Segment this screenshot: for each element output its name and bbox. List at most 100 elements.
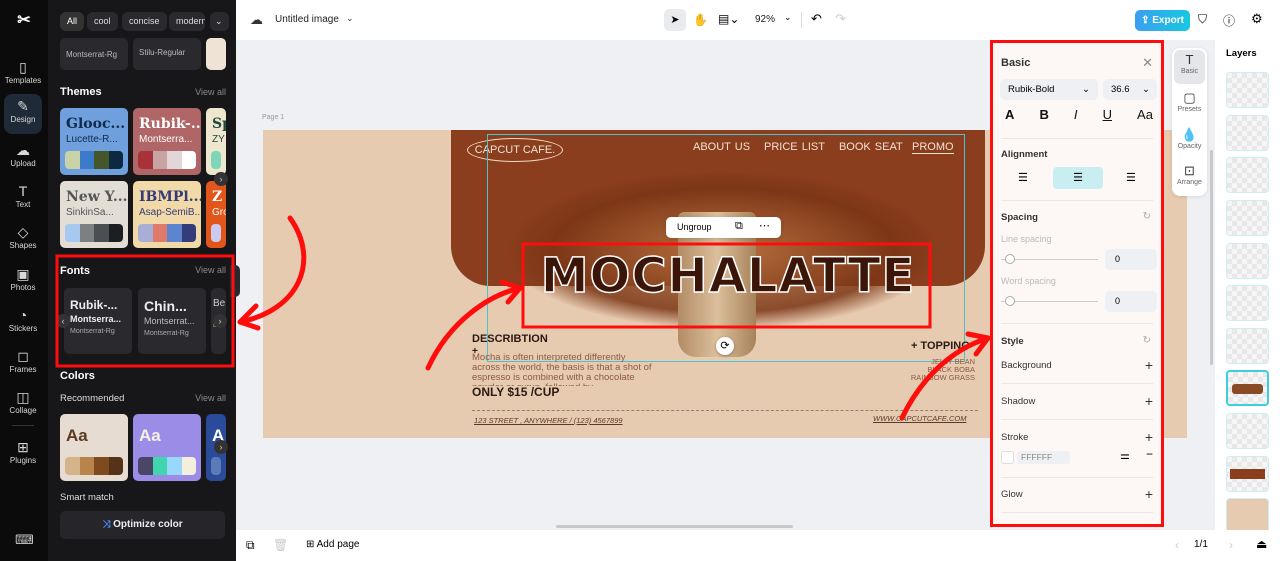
top-font-card[interactable]: Montserrat-Rg [60, 38, 128, 70]
shadow-row[interactable]: Shadow + [1001, 393, 1153, 409]
fonts-next-button[interactable]: › [213, 314, 227, 328]
fonts-view-all[interactable]: View all [195, 265, 226, 275]
chip-concise[interactable]: concise [122, 12, 167, 31]
rail-plugins[interactable]: ⊞ Plugins [4, 435, 42, 475]
hand-tool-icon[interactable]: ✋ [693, 13, 708, 27]
line-spacing-slider-handle[interactable] [1005, 254, 1015, 264]
chip-modern[interactable]: modern [169, 12, 205, 31]
layer-thumbnail[interactable] [1226, 456, 1269, 492]
color-palette-card[interactable]: Aa [133, 414, 201, 481]
website-text[interactable]: WWW.CAPCUTCAFE.COM [873, 414, 966, 423]
glow-row[interactable]: Glow + [1001, 486, 1153, 502]
price-text[interactable]: ONLY $15 /CUP [472, 385, 559, 399]
address-text[interactable]: 123 STREET , ANYWHERE / (123) 4567899 [474, 416, 623, 425]
help-icon[interactable]: ⓘ [1223, 12, 1235, 29]
add-background-icon[interactable]: + [1145, 357, 1153, 373]
shield-icon[interactable]: ⛉ [1198, 12, 1207, 27]
case-icon[interactable]: Aa [1137, 107, 1153, 122]
font-card[interactable]: Rubik-... Montserra... Montserrat-Rg [64, 288, 132, 354]
rail-upload[interactable]: ☁ Upload [4, 138, 42, 178]
add-stroke-icon[interactable]: + [1145, 429, 1153, 445]
stroke-color-swatch[interactable] [1001, 451, 1014, 464]
rail-collage[interactable]: ◫ Collage [4, 385, 42, 425]
theme-card[interactable]: IBMPl... Asap-SemiB... [133, 181, 201, 248]
top-font-card[interactable]: Stilu-Regular [133, 38, 201, 70]
description-title[interactable]: DESCRIBTION [472, 333, 548, 345]
word-spacing-slider[interactable] [1001, 301, 1098, 302]
layer-thumbnail[interactable] [1226, 285, 1269, 321]
stroke-color-input[interactable]: FFFFFF [1017, 451, 1070, 464]
fonts-prev-button[interactable]: ‹ [56, 314, 70, 328]
text-color-icon[interactable]: A [1005, 107, 1014, 122]
export-button[interactable]: ⇪ Export [1135, 10, 1190, 31]
word-spacing-slider-handle[interactable] [1005, 296, 1015, 306]
zoom-level[interactable]: 92% [755, 14, 775, 25]
collapse-panel-handle[interactable] [230, 265, 240, 297]
top-font-card[interactable] [206, 38, 226, 70]
chip-cool[interactable]: cool [87, 12, 118, 31]
remove-stroke-icon[interactable]: − [1146, 447, 1153, 461]
delete-page-icon[interactable]: 🗑 [273, 538, 288, 552]
color-palette-card[interactable]: Aa [60, 414, 128, 481]
align-left-icon[interactable]: ☰ [1018, 171, 1028, 184]
description-text[interactable]: Mocha is often interpreted differently a… [472, 353, 652, 386]
vertical-scrollbar[interactable] [1210, 150, 1213, 365]
chips-more-chevron-icon[interactable]: ⌄ [210, 12, 229, 31]
layer-thumbnail-selected[interactable] [1226, 370, 1269, 406]
rail-frames[interactable]: ◻ Frames [4, 344, 42, 384]
keyboard-icon[interactable]: ⌨ [15, 532, 34, 548]
theme-card[interactable]: New Y... SinkinSa... [60, 181, 128, 248]
underline-icon[interactable]: U [1103, 107, 1112, 122]
document-title[interactable]: Untitled image [275, 14, 339, 25]
themes-next-button[interactable]: › [214, 172, 228, 186]
layout-icon[interactable]: ▤⌄ [718, 12, 739, 26]
horizontal-scrollbar[interactable] [556, 525, 793, 528]
copy-icon[interactable]: ⧉ [735, 220, 743, 233]
layer-thumbnail[interactable] [1226, 72, 1269, 108]
optimize-color-button[interactable]: ⤨ Optimize color [60, 511, 225, 539]
settings-icon[interactable]: ⚙ [1251, 11, 1263, 27]
expand-pages-icon[interactable]: ⏏ [1256, 537, 1267, 551]
add-page-button[interactable]: ⊞ Add page [306, 539, 359, 550]
tab-presets[interactable]: ▢ Presets [1174, 88, 1205, 122]
more-icon[interactable]: ⋯ [759, 219, 770, 232]
theme-card[interactable]: Z Gro [206, 181, 226, 248]
rail-design[interactable]: ✎ Design [4, 94, 42, 134]
reset-icon[interactable]: ↻ [1143, 335, 1151, 346]
font-family-select[interactable]: Rubik-Bold ⌄ [1000, 79, 1098, 100]
stroke-row[interactable]: Stroke + [1001, 429, 1153, 445]
align-right-icon[interactable]: ☰ [1126, 171, 1136, 184]
ungroup-button[interactable]: Ungroup [677, 222, 712, 232]
line-spacing-input[interactable]: 0 [1105, 249, 1157, 270]
prev-page-icon[interactable]: ‹ [1175, 538, 1179, 552]
layer-thumbnail[interactable] [1226, 200, 1269, 236]
capcut-logo-icon[interactable]: ✂ [14, 10, 34, 30]
layer-thumbnail[interactable] [1226, 115, 1269, 151]
italic-icon[interactable]: I [1074, 107, 1078, 122]
chip-all[interactable]: All [60, 12, 85, 31]
font-card[interactable]: Chin... Montserrat... Montserrat-Rg [138, 288, 206, 354]
topping-title[interactable]: + TOPPING [911, 340, 971, 352]
theme-card[interactable]: Rubik-... Montserra... [133, 108, 201, 175]
redo-icon[interactable]: ↷ [835, 11, 846, 27]
themes-view-all[interactable]: View all [195, 87, 226, 97]
next-page-icon[interactable]: › [1229, 538, 1233, 552]
rail-stickers[interactable]: ◔ Stickers [4, 303, 42, 343]
font-size-select[interactable]: 36.6 ⌄ [1103, 79, 1157, 100]
align-center-icon[interactable]: ☰ [1053, 167, 1103, 189]
tab-basic[interactable]: T Basic [1174, 50, 1205, 84]
background-row[interactable]: Background + [1001, 357, 1153, 373]
adjust-icon[interactable]: ⚌ [1120, 449, 1130, 462]
colors-next-button[interactable]: › [214, 440, 228, 454]
layer-thumbnail[interactable] [1226, 413, 1269, 449]
add-shadow-icon[interactable]: + [1145, 393, 1153, 409]
rail-templates[interactable]: ▯ Templates [4, 55, 42, 95]
theme-card[interactable]: Sp ZY [206, 108, 226, 175]
add-glow-icon[interactable]: + [1145, 486, 1153, 502]
tab-opacity[interactable]: 💧 Opacity [1174, 125, 1205, 159]
line-spacing-slider[interactable] [1001, 259, 1098, 260]
rail-photos[interactable]: ▣ Photos [4, 262, 42, 302]
reset-icon[interactable]: ↻ [1143, 211, 1151, 222]
rail-text[interactable]: T Text [4, 179, 42, 219]
layer-thumbnail[interactable] [1226, 328, 1269, 364]
